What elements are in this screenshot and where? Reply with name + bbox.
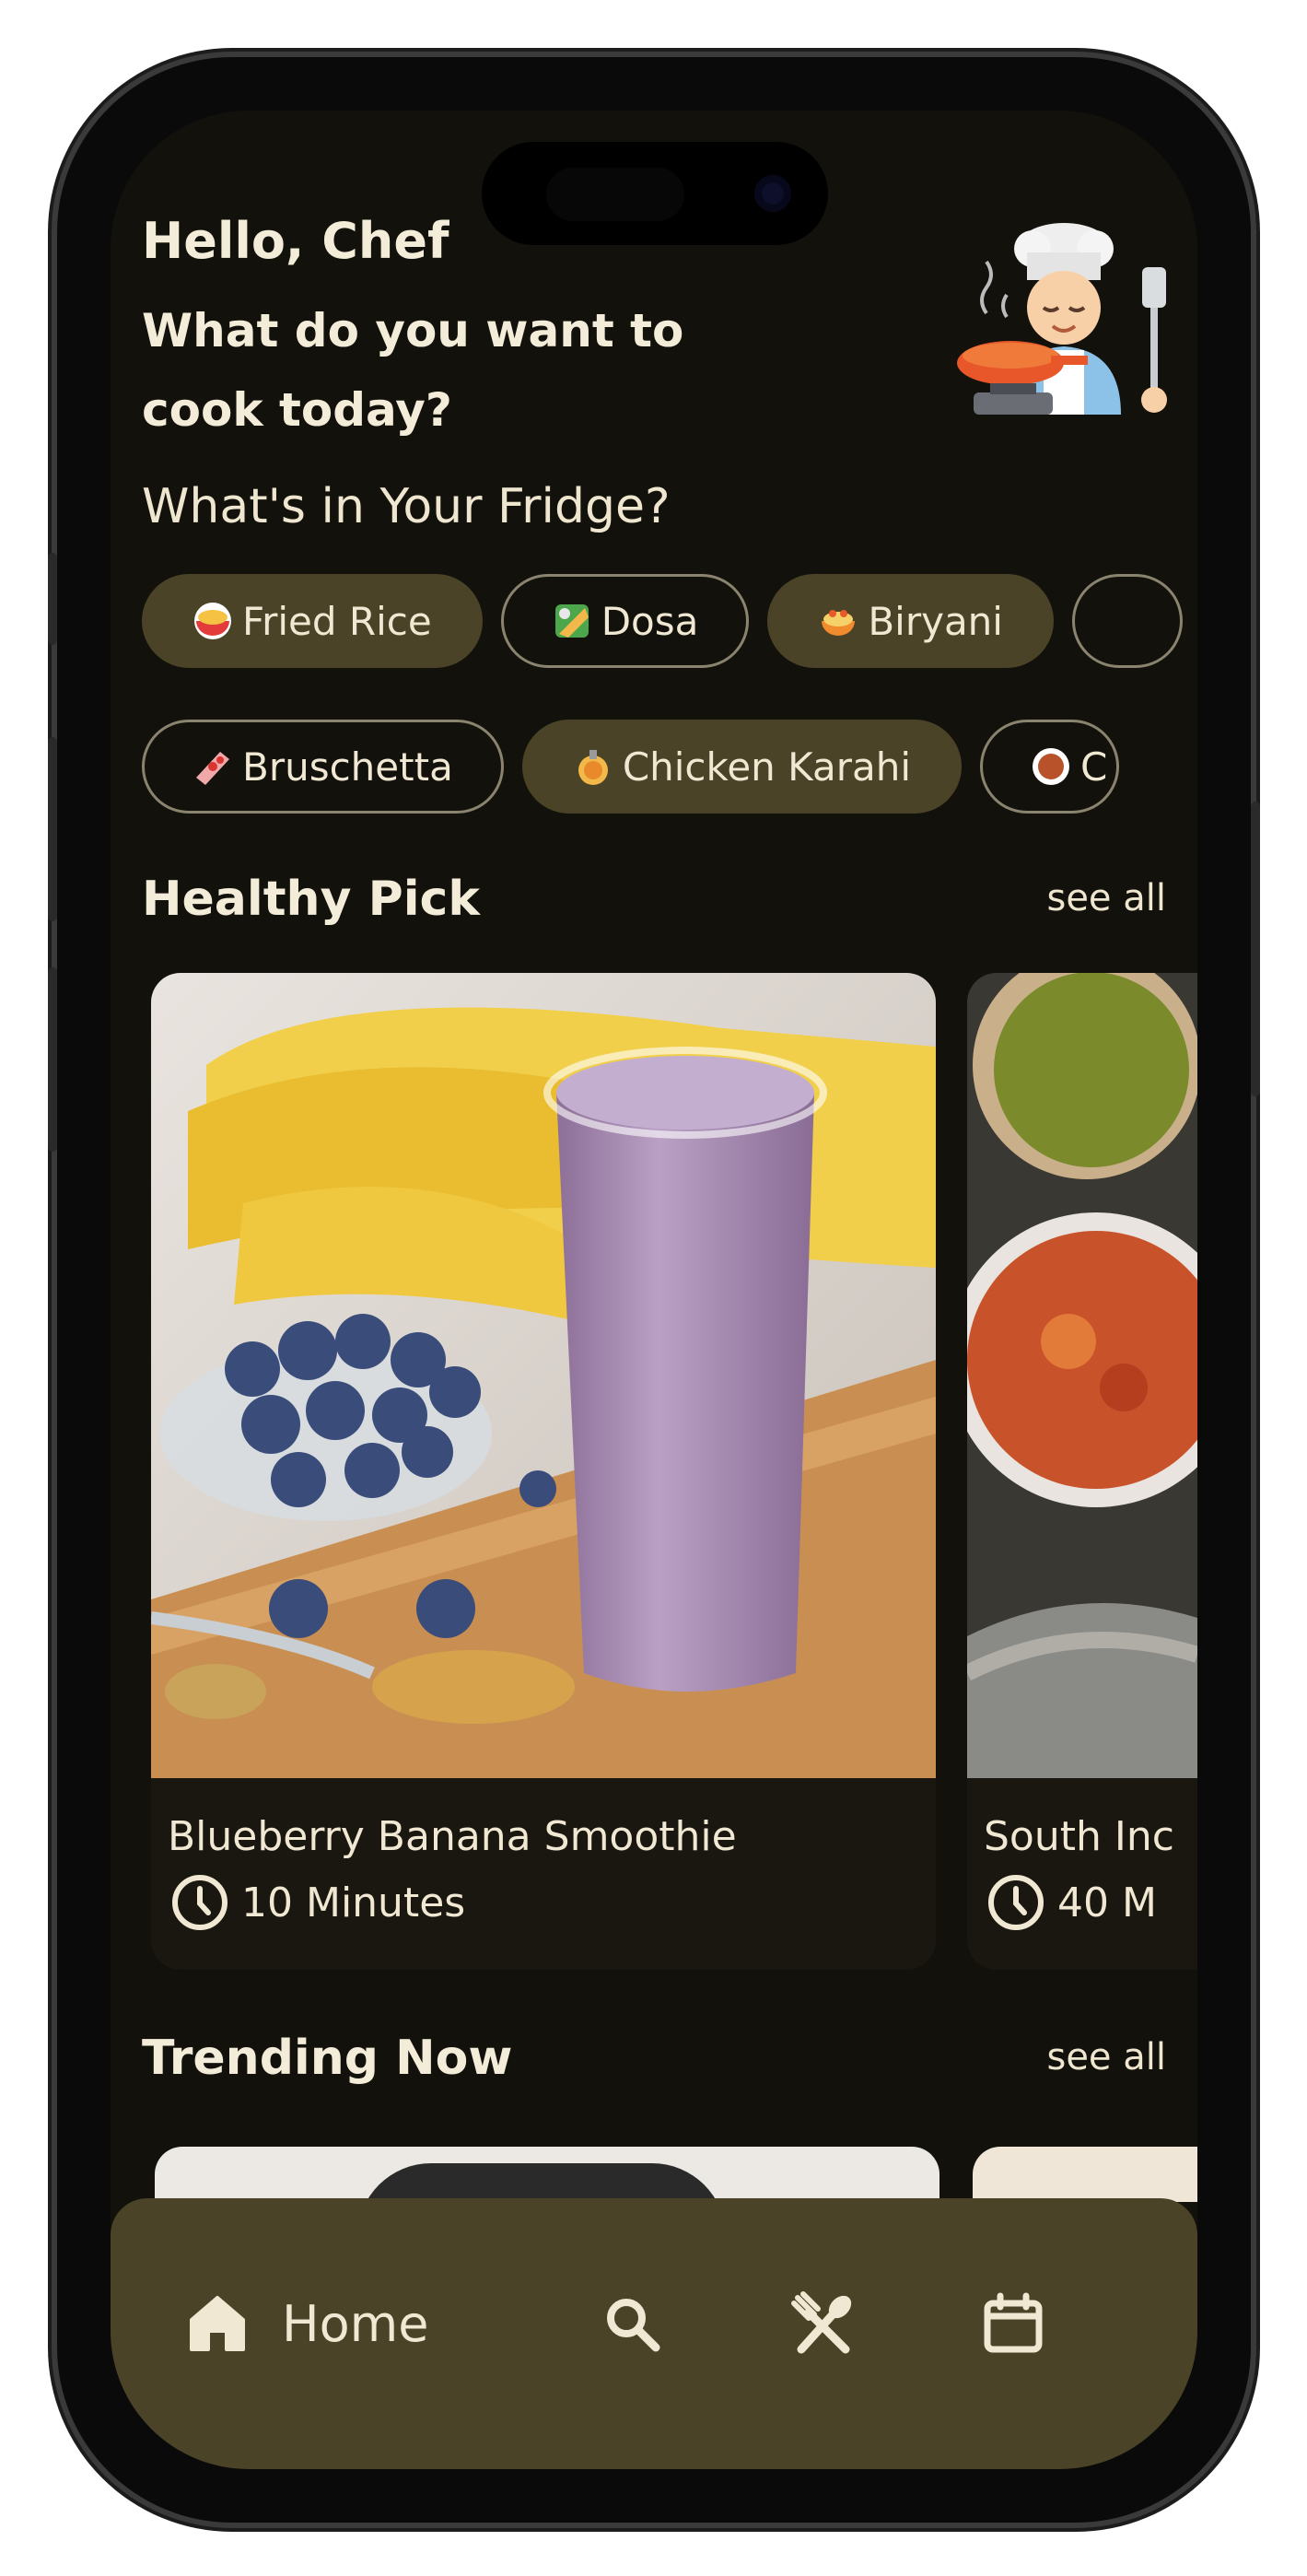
chutney-photo [967,973,1197,1778]
bottom-nav-bar: Home [111,2198,1197,2469]
recipe-time-label: 10 Minutes [241,1879,466,1926]
fridge-title: What's in Your Fridge? [142,479,671,534]
fridge-chip-row-1: Fried Rice Dosa Biryani [142,574,1197,672]
greeting: Hello, Chef [142,212,449,270]
sensor [546,168,684,221]
recipe-card-south-indian[interactable]: South Inc 40 M [967,973,1197,1970]
app-screen: Hello, Chef What do you want to cook tod… [111,111,1197,2469]
chip-dosa[interactable]: Dosa [500,574,750,668]
clock-icon [988,1875,1044,1930]
chip-biryani[interactable]: Biryani [767,574,1054,668]
dish-icon [1031,746,1071,787]
chip-label: C [1080,744,1108,790]
volume-down-button [48,967,57,1152]
chip-label: Chicken Karahi [622,744,911,790]
chip-partial-c[interactable]: C [980,720,1120,814]
recipe-time: 40 M [987,1874,1157,1931]
chip-label: Biryani [868,598,1003,644]
trending-card-2[interactable] [973,2147,1197,2202]
trending-card-1[interactable] [155,2147,939,2202]
power-button [1251,802,1260,1096]
fridge-chip-row-2: Bruschetta Chicken Karahi C [142,720,1197,817]
recipe-card-smoothie[interactable]: Blueberry Banana Smoothie 10 Minutes [151,973,936,1970]
chip-label: Dosa [601,598,699,644]
chip-label: Fried Rice [242,598,432,644]
recipe-time-label: 40 M [1057,1879,1157,1926]
recipe-name: South Inc [984,1813,1174,1860]
chef-avatar-icon[interactable] [953,212,1174,433]
dynamic-island [482,142,828,245]
clock-icon [172,1875,228,1930]
recipe-name: Blueberry Banana Smoothie [168,1813,737,1860]
biryani-icon [818,601,858,641]
chip-label: Bruschetta [242,744,453,790]
healthy-pick-see-all-link[interactable]: see all [1046,877,1166,919]
calendar-icon[interactable] [980,2290,1046,2357]
chip-bruschetta[interactable]: Bruschetta [142,720,504,814]
dosa-icon [552,601,592,641]
chip-fried-rice[interactable]: Fried Rice [142,574,483,668]
volume-up-button [48,737,57,921]
chip-partial[interactable] [1071,574,1183,668]
smoothie-photo [151,973,936,1778]
nav-home-tab[interactable]: Home [184,2290,428,2357]
camera-icon [754,175,791,212]
home-icon [190,2296,245,2351]
utensils-icon[interactable] [790,2290,857,2357]
nav-home-label: Home [282,2294,429,2353]
trending-see-all-link[interactable]: see all [1046,2036,1166,2078]
trending-photo [357,2163,726,2202]
healthy-pick-title: Healthy Pick [142,872,480,927]
recipe-time: 10 Minutes [171,1874,465,1931]
rice-bowl-icon [193,601,233,641]
chip-chicken-karahi[interactable]: Chicken Karahi [521,720,962,814]
bruschetta-icon [193,746,233,787]
action-button [48,553,57,645]
question-heading: What do you want to cook today? [142,304,684,437]
trending-title: Trending Now [142,2031,513,2086]
search-icon[interactable] [599,2290,665,2357]
karahi-icon [573,746,613,787]
